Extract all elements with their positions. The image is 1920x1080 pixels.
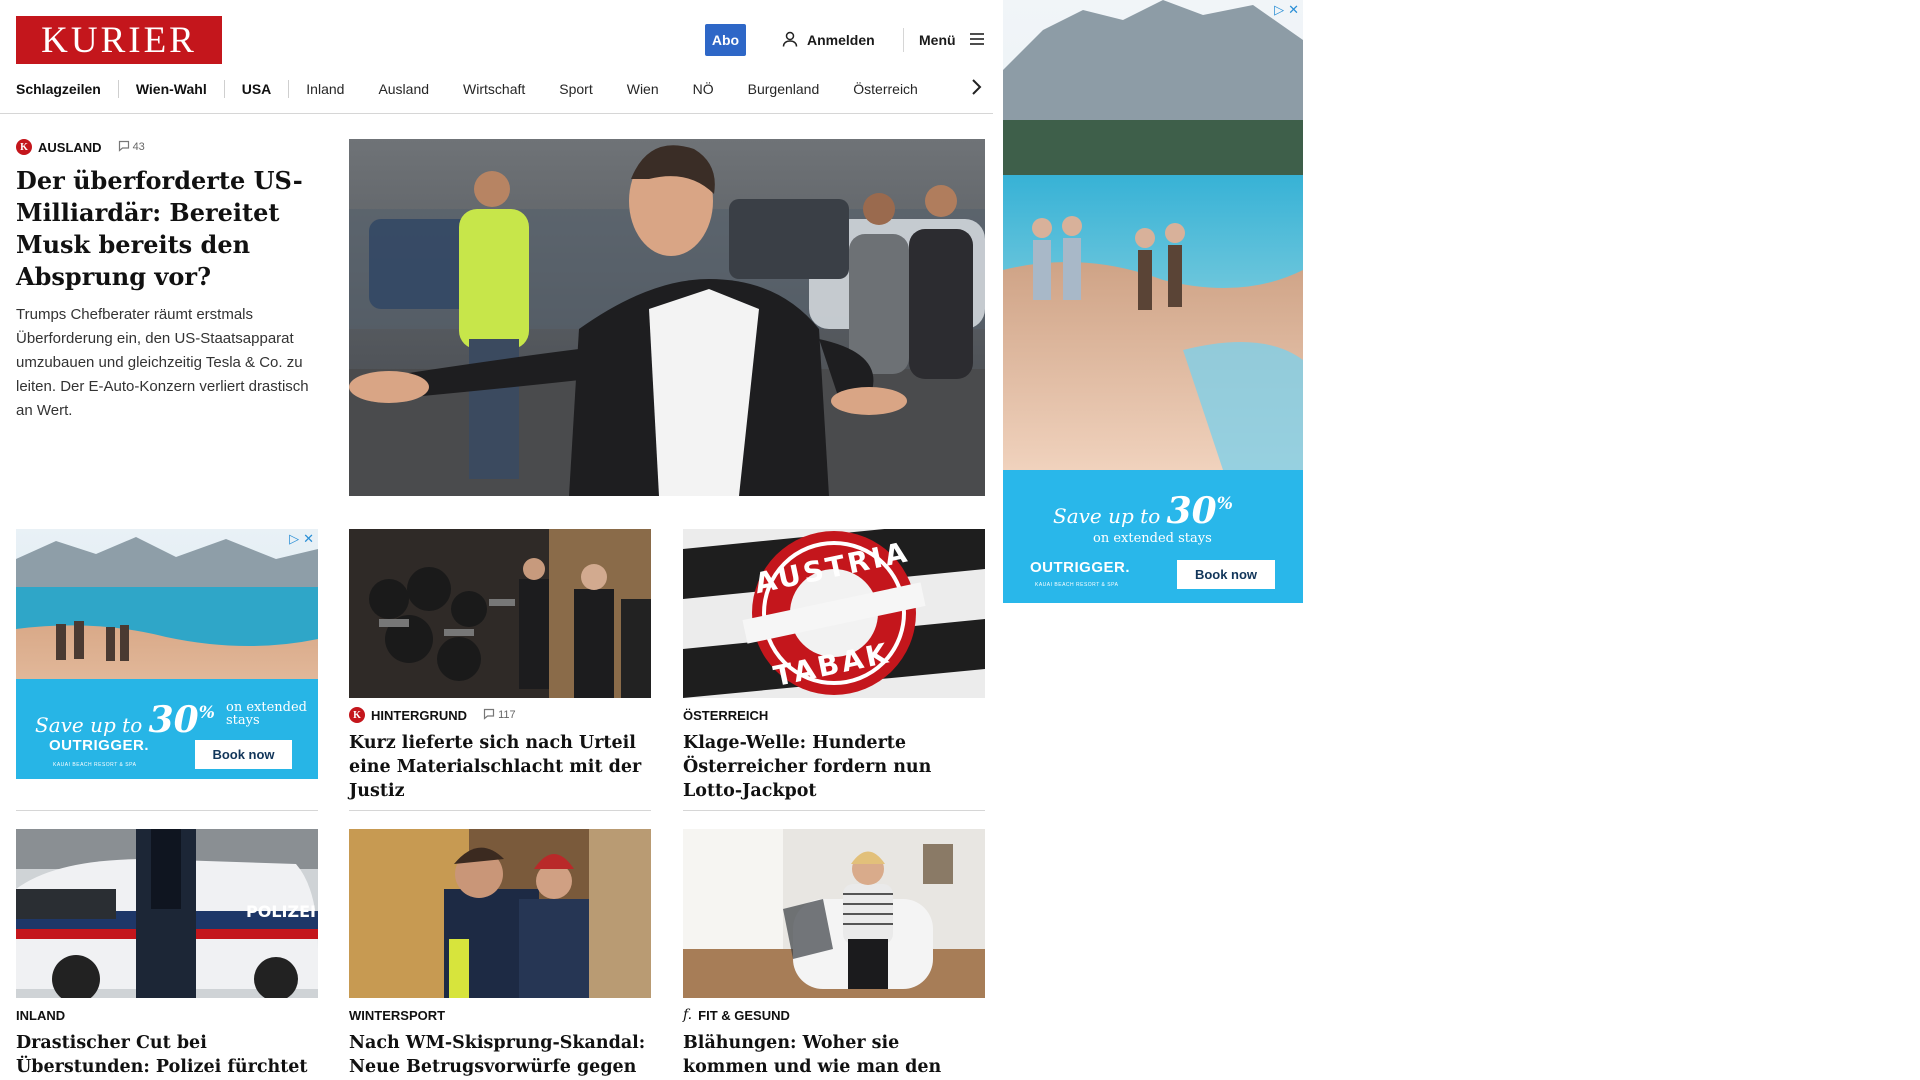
article-card[interactable]: f. FIT & GESUND Blähungen: Woher sie kom… <box>683 829 985 1080</box>
kurier-plus-badge-icon: K <box>16 139 32 155</box>
comment-icon <box>118 140 130 155</box>
ad-book-now-button[interactable]: Book now <box>195 740 292 769</box>
nav-item-ausland[interactable]: Ausland <box>361 80 446 98</box>
kurier-logo[interactable]: KURIER <box>16 16 222 64</box>
ad-save-prefix: Save up to <box>1053 504 1161 528</box>
nav-item-wirtschaft[interactable]: Wirtschaft <box>446 80 542 98</box>
comment-count[interactable]: 117 <box>483 708 516 723</box>
ad-subline: on extended stays <box>1093 531 1212 546</box>
divider <box>683 810 985 811</box>
nav-item-wien-wahl[interactable]: Wien-Wahl <box>119 80 224 98</box>
article-headline[interactable]: Kurz lieferte sich nach Urteil eine Mate… <box>349 731 651 803</box>
menu-button[interactable]: Menü <box>919 29 986 51</box>
nav-item-schlagzeilen[interactable]: Schlagzeilen <box>16 80 118 98</box>
fit-gesund-icon: f. <box>683 1007 693 1023</box>
nav-item-oesterreich[interactable]: Österreich <box>836 80 935 98</box>
login-label: Anmelden <box>807 32 875 48</box>
article-card[interactable]: POLIZEI INLAND Drastischer Cut bei Übers… <box>16 829 318 1080</box>
nav-item-inland[interactable]: Inland <box>289 80 361 98</box>
menu-label: Menü <box>919 32 956 48</box>
article-card[interactable]: AUSTRIA TABAK ÖSTERREICH Klage-Welle: Hu… <box>683 529 985 803</box>
article-meta: K AUSLAND 43 <box>16 139 316 155</box>
comment-count[interactable]: 43 <box>118 140 145 155</box>
section-label: INLAND <box>16 1007 66 1023</box>
nav-item-wien[interactable]: Wien <box>610 80 676 98</box>
login-button[interactable]: Anmelden <box>781 29 875 51</box>
article-meta: ÖSTERREICH <box>683 707 985 723</box>
ad-save-unit: % <box>1216 494 1233 514</box>
section-label: HINTERGRUND <box>371 707 468 723</box>
ad-choices-icon[interactable]: ▷ <box>1274 2 1284 18</box>
kurier-plus-badge-icon: K <box>349 707 365 723</box>
article-card[interactable]: WINTERSPORT Nach WM-Skisprung-Skandal: N… <box>349 829 651 1080</box>
section-label: ÖSTERREICH <box>683 707 769 723</box>
article-headline[interactable]: Blähungen: Woher sie kommen und wie man … <box>683 1031 985 1080</box>
article-headline[interactable]: Klage-Welle: Hunderte Österreicher forde… <box>683 731 985 803</box>
article-meta: K HINTERGRUND 117 <box>349 707 651 723</box>
comment-icon <box>483 708 495 723</box>
comment-count-value: 43 <box>132 141 145 153</box>
article-card[interactable]: K HINTERGRUND 117 Kurz lieferte sich nac… <box>349 529 651 803</box>
article-headline[interactable]: Nach WM-Skisprung-Skandal: Neue Betrugsv… <box>349 1031 651 1080</box>
ad-banner-small[interactable]: ▷ ✕ Save up to 30% on extended stays OUT… <box>16 529 318 779</box>
ad-save-value: 30 <box>1166 490 1217 532</box>
nav-item-burgenland[interactable]: Burgenland <box>731 80 837 98</box>
ad-brand-logo: OUTRIGGER. <box>49 737 150 754</box>
lead-teaser: Trumps Chefberater räumt erstmals Überfo… <box>16 306 309 419</box>
site-header: KURIER Abo Anmelden Menü Schlagzeilen Wi… <box>0 0 993 114</box>
section-label: FIT & GESUND <box>698 1007 790 1023</box>
article-headline[interactable]: Drastischer Cut bei Überstunden: Polizei… <box>16 1031 318 1080</box>
article-image[interactable] <box>349 529 651 698</box>
section-nav: Schlagzeilen Wien-Wahl USA Inland Auslan… <box>16 78 935 100</box>
hamburger-icon <box>968 30 986 51</box>
article-meta: WINTERSPORT <box>349 1007 651 1023</box>
article-image[interactable]: AUSTRIA TABAK <box>683 529 985 698</box>
nav-item-noe[interactable]: NÖ <box>676 80 731 98</box>
lead-image[interactable] <box>349 139 985 496</box>
abo-button[interactable]: Abo <box>705 24 746 56</box>
header-divider <box>903 28 904 52</box>
ad-book-now-button[interactable]: Book now <box>1177 560 1275 589</box>
nav-scroll-right-button[interactable] <box>966 78 986 100</box>
divider <box>16 810 318 811</box>
comment-count-value: 117 <box>498 709 516 721</box>
section-label: WINTERSPORT <box>349 1007 446 1023</box>
ad-brand-sub: KAUAI BEACH RESORT & SPA <box>1035 582 1119 588</box>
polizei-text: POLIZEI <box>246 902 316 921</box>
ad-skyscraper[interactable]: ▷ ✕ Save up to 30% on extended stays OUT… <box>1003 0 1303 603</box>
ad-brand-logo: OUTRIGGER. <box>1030 559 1131 576</box>
article-meta: INLAND <box>16 1007 318 1023</box>
ad-brand-sub: KAUAI BEACH RESORT & SPA <box>53 762 137 768</box>
close-icon[interactable]: ✕ <box>1288 2 1299 18</box>
divider <box>349 810 651 811</box>
lead-article[interactable]: K AUSLAND 43 Der überforderte US-Milliar… <box>16 139 316 423</box>
article-image[interactable] <box>683 829 985 998</box>
article-image[interactable] <box>349 829 651 998</box>
nav-item-usa[interactable]: USA <box>225 80 289 98</box>
ad-headline: Save up to 30% <box>35 699 215 741</box>
ad-choices[interactable]: ▷ ✕ <box>1274 2 1299 18</box>
close-icon[interactable]: ✕ <box>303 531 314 547</box>
chevron-right-icon <box>970 78 982 101</box>
article-meta: f. FIT & GESUND <box>683 1007 985 1023</box>
ad-save-prefix: Save up to <box>35 713 143 737</box>
ad-save-value: 30 <box>148 699 199 741</box>
ad-choices[interactable]: ▷ ✕ <box>289 531 314 547</box>
ad-choices-icon[interactable]: ▷ <box>289 531 299 547</box>
article-image[interactable]: POLIZEI <box>16 829 318 998</box>
ad-headline: Save up to 30% <box>1053 490 1233 532</box>
nav-item-sport[interactable]: Sport <box>542 80 609 98</box>
user-icon <box>781 30 799 51</box>
lead-headline[interactable]: Der überforderte US-Milliardär: Bereitet… <box>16 165 316 293</box>
ad-save-unit: % <box>198 703 215 723</box>
ad-subline: on extended stays <box>226 700 307 728</box>
section-label: AUSLAND <box>38 139 102 155</box>
